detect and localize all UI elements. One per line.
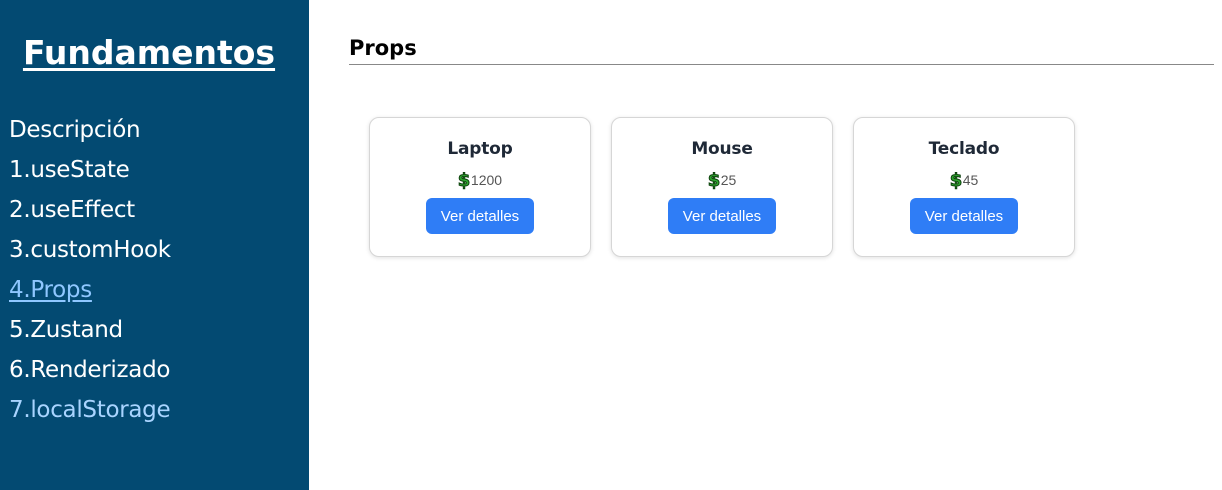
product-list: Laptop $ 1200 Ver detalles Mouse $ 25 Ve… (369, 117, 1075, 257)
sidebar-item-renderizado[interactable]: 6.Renderizado (9, 350, 171, 390)
product-name: Laptop (447, 139, 513, 159)
sidebar-nav: Descripción 1.useState 2.useEffect 3.cus… (9, 110, 171, 430)
view-details-button[interactable]: Ver detalles (909, 198, 1019, 234)
sidebar-item-descripcion[interactable]: Descripción (9, 110, 171, 150)
main-content: Props Laptop $ 1200 Ver detalles Mouse $… (309, 0, 1222, 490)
product-price: $ 1200 (458, 170, 502, 190)
sidebar-item-useeffect[interactable]: 2.useEffect (9, 190, 171, 230)
dollar-icon: $ (708, 170, 720, 190)
view-details-button[interactable]: Ver detalles (425, 198, 535, 234)
product-price: $ 25 (708, 170, 737, 190)
sidebar-item-customhook[interactable]: 3.customHook (9, 230, 171, 270)
product-price: $ 45 (950, 170, 979, 190)
svg-text:$: $ (458, 170, 470, 190)
brand-title[interactable]: Fundamentos (0, 30, 298, 76)
sidebar-item-usestate[interactable]: 1.useState (9, 150, 171, 190)
product-name: Mouse (691, 139, 753, 159)
product-card: Laptop $ 1200 Ver detalles (369, 117, 591, 257)
svg-text:$: $ (950, 170, 962, 190)
price-value: 1200 (470, 172, 503, 188)
dollar-icon: $ (950, 170, 962, 190)
sidebar-item-localstorage[interactable]: 7.localStorage (9, 390, 171, 430)
product-name: Teclado (928, 139, 1000, 159)
title-divider (349, 64, 1214, 65)
dollar-icon: $ (458, 170, 470, 190)
page-title: Props (349, 36, 417, 60)
price-value: 25 (720, 172, 737, 188)
sidebar-item-zustand[interactable]: 5.Zustand (9, 310, 171, 350)
sidebar: Fundamentos Descripción 1.useState 2.use… (0, 0, 309, 490)
svg-text:$: $ (708, 170, 720, 190)
product-card: Mouse $ 25 Ver detalles (611, 117, 833, 257)
view-details-button[interactable]: Ver detalles (667, 198, 777, 234)
price-value: 45 (962, 172, 979, 188)
product-card: Teclado $ 45 Ver detalles (853, 117, 1075, 257)
sidebar-item-props[interactable]: 4.Props (9, 270, 171, 310)
